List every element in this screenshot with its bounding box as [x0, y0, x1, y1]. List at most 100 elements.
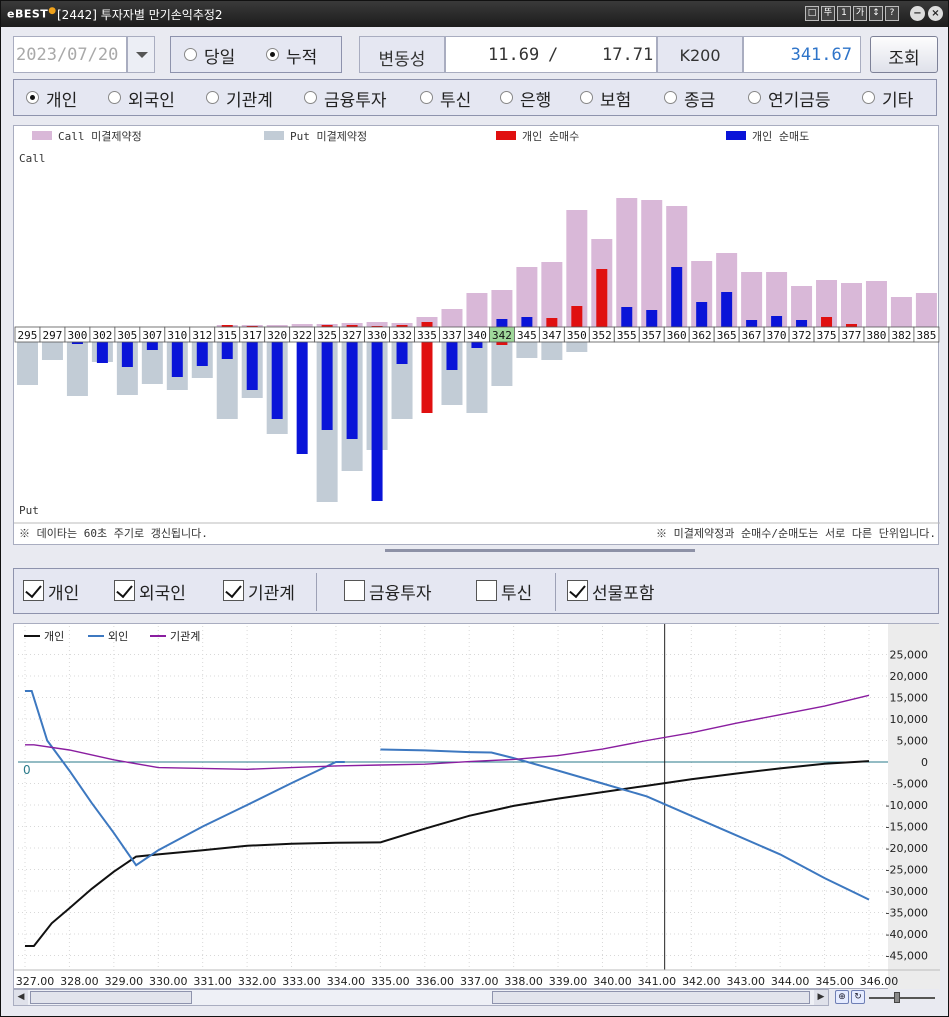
call-net-bar — [421, 322, 433, 327]
strike-label: 360 — [667, 329, 687, 342]
investor-label-1[interactable]: 외국인 — [128, 86, 175, 111]
strike-label: 307 — [142, 329, 162, 342]
put-oi-bar — [491, 342, 513, 386]
investor-radio-7[interactable] — [664, 91, 677, 104]
y-tick-label: 5,000 — [897, 735, 929, 748]
minimize-icon[interactable]: − — [910, 6, 925, 21]
horizontal-scrollbar[interactable]: ◀ ▶ — [13, 989, 829, 1006]
investor-radio-4[interactable] — [420, 91, 433, 104]
series-checkbox-label-1[interactable]: 외국인 — [139, 579, 186, 604]
investor-label-5[interactable]: 은행 — [520, 86, 551, 111]
date-dropdown-button[interactable] — [127, 36, 155, 73]
mode-radio-cumulative[interactable] — [266, 48, 279, 61]
x-tick-label: 343.00 — [726, 975, 765, 988]
investor-radio-2[interactable] — [206, 91, 219, 104]
investor-label-3[interactable]: 금융투자 — [324, 86, 387, 111]
call-oi-bar — [541, 262, 563, 327]
x-tick-label: 336.00 — [416, 975, 455, 988]
put-oi-bar — [566, 342, 588, 352]
series-checkbox-label-5[interactable]: 선물포함 — [592, 579, 655, 604]
investor-radio-1[interactable] — [108, 91, 121, 104]
scroll-right-icon[interactable]: ▶ — [814, 990, 828, 1005]
strike-label: 385 — [916, 329, 936, 342]
scroll-left-icon[interactable]: ◀ — [14, 990, 28, 1005]
mode-radio-daily[interactable] — [184, 48, 197, 61]
x-tick-label: 339.00 — [549, 975, 588, 988]
investor-label-8[interactable]: 연기금등 — [768, 86, 831, 111]
strike-label: 370 — [767, 329, 787, 342]
strike-label: 350 — [567, 329, 587, 342]
strike-label: 355 — [617, 329, 637, 342]
zoom-in-icon[interactable]: ⊕ — [835, 990, 849, 1004]
date-input[interactable]: 2023/07/20 — [13, 36, 127, 73]
series-checkbox-1[interactable] — [114, 580, 135, 601]
strike-label: 382 — [891, 329, 911, 342]
mode-label-cumulative[interactable]: 누적 — [286, 43, 317, 68]
zoom-slider-knob[interactable] — [894, 992, 900, 1003]
series-checkbox-label-0[interactable]: 개인 — [48, 579, 79, 604]
investor-radio-0[interactable] — [26, 91, 39, 104]
panel-splitter[interactable] — [385, 549, 695, 552]
call-oi-bar — [741, 272, 763, 327]
call-net-bar — [696, 302, 708, 327]
legend-label-0: Call 미결제약정 — [58, 129, 142, 143]
strike-label: 345 — [517, 329, 537, 342]
checkbox-separator-1 — [316, 573, 317, 611]
investor-radio-3[interactable] — [304, 91, 317, 104]
zero-label: 0 — [23, 763, 31, 777]
strike-label: 332 — [392, 329, 412, 342]
investor-label-9[interactable]: 기타 — [882, 86, 913, 111]
investor-radio-5[interactable] — [500, 91, 513, 104]
put-oi-bar — [41, 342, 63, 360]
investor-radio-6[interactable] — [580, 91, 593, 104]
investor-radio-9[interactable] — [862, 91, 875, 104]
x-tick-label: 329.00 — [105, 975, 144, 988]
window-font-button[interactable]: 가 — [853, 6, 867, 21]
put-oi-bar — [541, 342, 563, 360]
window-pin-button[interactable]: 뚜 — [821, 6, 835, 21]
query-button[interactable]: 조회 — [870, 36, 938, 73]
x-tick-label: 330.00 — [149, 975, 188, 988]
y-tick-label: 10,000 — [890, 713, 929, 726]
series-checkbox-2[interactable] — [223, 580, 244, 601]
x-tick-label: 337.00 — [460, 975, 499, 988]
window-help-button[interactable]: ? — [885, 6, 899, 21]
investor-label-4[interactable]: 투신 — [440, 86, 471, 111]
series-line-3 — [25, 694, 870, 771]
checkbox-separator-2 — [555, 573, 556, 611]
strike-label: 317 — [242, 329, 262, 342]
series-checkbox-label-2[interactable]: 기관계 — [248, 579, 295, 604]
window-resize-button[interactable]: ↕ — [869, 6, 883, 21]
series-checkbox-0[interactable] — [23, 580, 44, 601]
logo-dot-icon: ● — [48, 6, 57, 16]
series-checkbox-3[interactable] — [344, 580, 365, 601]
series-checkbox-label-3[interactable]: 금융투자 — [369, 579, 432, 604]
mode-label-daily[interactable]: 당일 — [204, 43, 235, 68]
investor-radio-group: 개인 외국인 기관계 금융투자 투신 은행 보험 종금 연기금등 기타 — [13, 79, 937, 116]
call-oi-bar — [865, 281, 887, 327]
legend-swatch-1 — [264, 131, 284, 140]
investor-label-7[interactable]: 종금 — [684, 86, 715, 111]
scroll-thumb-right[interactable] — [492, 991, 810, 1004]
x-tick-label: 333.00 — [282, 975, 321, 988]
strike-label: 305 — [117, 329, 137, 342]
call-axis-label: Call — [19, 152, 46, 165]
investor-label-0[interactable]: 개인 — [46, 86, 77, 111]
call-oi-bar — [441, 309, 463, 327]
series-line-2 — [380, 748, 870, 901]
strike-label: 300 — [67, 329, 87, 342]
window-one-button[interactable]: 1 — [837, 6, 851, 21]
call-net-bar — [596, 269, 608, 327]
zoom-reset-icon[interactable]: ↻ — [851, 990, 865, 1004]
scroll-thumb-left[interactable] — [30, 991, 192, 1004]
series-checkbox-5[interactable] — [567, 580, 588, 601]
series-checkbox-label-4[interactable]: 투신 — [501, 579, 532, 604]
series-checkbox-4[interactable] — [476, 580, 497, 601]
investor-radio-8[interactable] — [748, 91, 761, 104]
zoom-slider-track[interactable] — [869, 997, 935, 999]
window-box-button[interactable]: □ — [805, 6, 819, 21]
investor-label-2[interactable]: 기관계 — [226, 86, 273, 111]
close-icon[interactable]: × — [928, 6, 943, 21]
strike-label: 327 — [342, 329, 362, 342]
investor-label-6[interactable]: 보험 — [600, 86, 631, 111]
